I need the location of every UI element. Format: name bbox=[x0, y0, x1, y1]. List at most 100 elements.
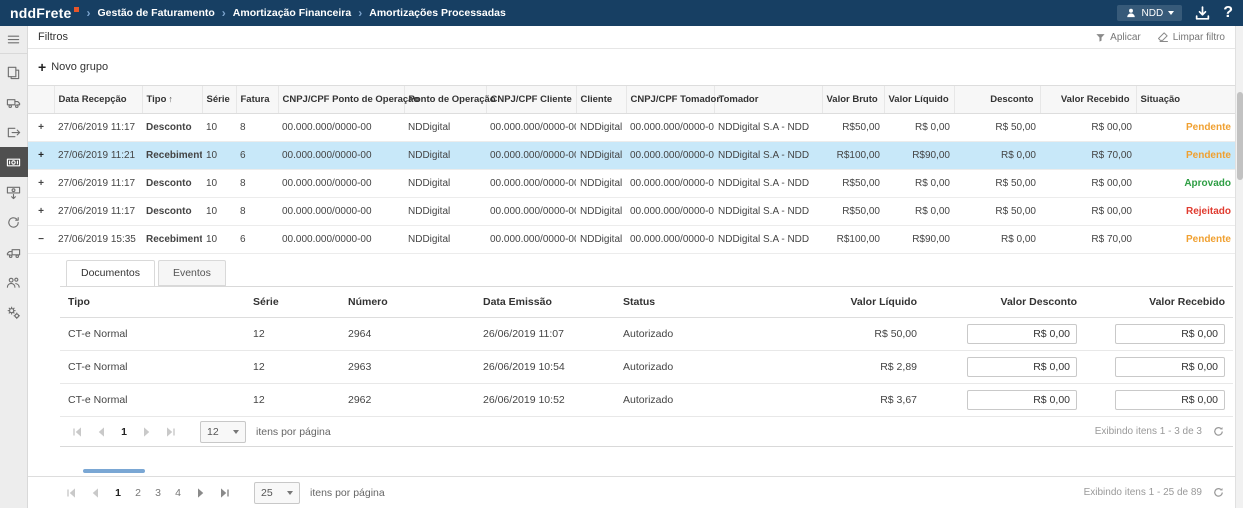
column-header[interactable]: Valor Recebido bbox=[1039, 85, 1136, 114]
page-number[interactable]: 4 bbox=[170, 485, 186, 501]
detail-column-header[interactable]: Valor Recebido bbox=[1085, 286, 1233, 318]
status-badge: Pendente bbox=[1136, 113, 1235, 142]
new-group-button[interactable]: + Novo grupo bbox=[38, 60, 108, 74]
sidebar-item-users[interactable] bbox=[0, 267, 28, 297]
column-header[interactable]: Valor Bruto bbox=[821, 85, 884, 114]
detail-column-header[interactable]: Série bbox=[245, 286, 340, 318]
column-header[interactable]: Tomador bbox=[713, 85, 822, 114]
status-badge: Rejeitado bbox=[1136, 197, 1235, 226]
column-header[interactable]: Situação bbox=[1135, 85, 1235, 114]
sidebar-item-sync[interactable] bbox=[0, 207, 28, 237]
vertical-scrollbar[interactable] bbox=[1235, 26, 1243, 508]
sidebar-item-documents[interactable] bbox=[0, 57, 28, 87]
valor-recebido-input[interactable] bbox=[1115, 357, 1225, 377]
column-header[interactable]: CNPJ/CPF Tomador bbox=[625, 85, 720, 114]
valor-desconto-input[interactable] bbox=[967, 390, 1077, 410]
page-size-select[interactable]: 25 bbox=[254, 481, 300, 504]
row-expand-toggle[interactable]: + bbox=[28, 141, 54, 170]
detail-column-header[interactable]: Valor Desconto bbox=[925, 286, 1085, 318]
cell-serie: 10 bbox=[202, 141, 236, 170]
column-header[interactable]: Desconto bbox=[953, 85, 1040, 114]
breadcrumb-item[interactable]: › Gestão de Faturamento bbox=[87, 6, 215, 20]
horizontal-scrollbar[interactable] bbox=[28, 468, 1235, 475]
horizontal-scrollbar-thumb[interactable] bbox=[83, 469, 145, 473]
cell-tipo: Desconto bbox=[142, 197, 202, 226]
breadcrumb-separator-icon: › bbox=[221, 6, 226, 20]
sidebar-item-truck[interactable] bbox=[0, 87, 28, 117]
table-row[interactable]: − 27/06/2019 15:35 Recebimento 10 6 00.0… bbox=[28, 225, 1235, 254]
valor-recebido-input[interactable] bbox=[1115, 324, 1225, 344]
detail-column-header[interactable]: Data Emissão bbox=[475, 286, 615, 318]
sidebar-item-delivery[interactable] bbox=[0, 237, 28, 267]
table-row[interactable]: + 27/06/2019 11:17 Desconto 10 8 00.000.… bbox=[28, 169, 1235, 198]
column-header[interactable]: Cliente bbox=[575, 85, 626, 114]
detail-refresh-button[interactable] bbox=[1212, 425, 1225, 438]
detail-page-size-select[interactable]: 12 bbox=[200, 420, 246, 443]
first-page-icon bbox=[73, 426, 81, 437]
detail-column-header[interactable]: Número bbox=[340, 286, 475, 318]
download-button[interactable] bbox=[1194, 5, 1211, 22]
valor-desconto-input[interactable] bbox=[967, 324, 1077, 344]
user-menu[interactable]: NDD bbox=[1116, 5, 1183, 21]
column-header[interactable] bbox=[28, 85, 54, 114]
first-page-icon bbox=[67, 487, 75, 498]
next-page-button[interactable] bbox=[192, 484, 210, 502]
last-page-button[interactable] bbox=[162, 423, 180, 441]
column-header[interactable]: Ponto de Operação bbox=[403, 85, 496, 114]
first-page-button[interactable] bbox=[62, 484, 80, 502]
detail-tab[interactable]: Documentos bbox=[66, 260, 155, 287]
filter-icon bbox=[1096, 33, 1105, 42]
row-expand-toggle[interactable]: + bbox=[28, 197, 54, 226]
cell-doc-valor-liquido: R$ 2,89 bbox=[765, 350, 925, 384]
sidebar-item-amortizacao[interactable] bbox=[0, 147, 28, 177]
detail-column-header[interactable]: Valor Líquido bbox=[765, 286, 925, 318]
cell-doc-tipo: CT-e Normal bbox=[60, 350, 245, 384]
column-header[interactable]: CNPJ/CPF Ponto de Operação bbox=[277, 85, 419, 114]
sidebar-item-withdraw[interactable] bbox=[0, 177, 28, 207]
breadcrumb-item[interactable]: › Amortização Financeira bbox=[222, 6, 351, 20]
detail-column-header[interactable]: Status bbox=[615, 286, 765, 318]
breadcrumb-item[interactable]: › Amortizações Processadas bbox=[358, 6, 506, 20]
detail-tab[interactable]: Eventos bbox=[157, 260, 226, 286]
detail-row[interactable]: CT-e Normal 12 2964 26/06/2019 11:07 Aut… bbox=[60, 317, 1233, 351]
detail-row[interactable]: CT-e Normal 12 2962 26/06/2019 10:52 Aut… bbox=[60, 383, 1233, 417]
sidebar-item-export[interactable] bbox=[0, 117, 28, 147]
table-row[interactable]: + 27/06/2019 11:17 Desconto 10 8 00.000.… bbox=[28, 113, 1235, 142]
detail-column-header[interactable]: Tipo bbox=[60, 286, 245, 318]
column-header[interactable]: Valor Líquido bbox=[883, 85, 954, 114]
valor-recebido-input[interactable] bbox=[1115, 390, 1225, 410]
prev-page-button[interactable] bbox=[92, 423, 110, 441]
help-button[interactable]: ? bbox=[1223, 5, 1233, 21]
column-header[interactable]: Data Recepção bbox=[53, 85, 142, 114]
breadcrumb-item-label: Amortizações Processadas bbox=[369, 7, 506, 19]
last-page-button[interactable] bbox=[216, 484, 234, 502]
prev-page-button[interactable] bbox=[86, 484, 104, 502]
page-number[interactable]: 2 bbox=[130, 485, 146, 501]
valor-desconto-input[interactable] bbox=[967, 357, 1077, 377]
row-expand-toggle[interactable]: + bbox=[28, 169, 54, 198]
vertical-scrollbar-thumb[interactable] bbox=[1237, 92, 1243, 180]
refresh-button[interactable] bbox=[1212, 486, 1225, 499]
first-page-button[interactable] bbox=[68, 423, 86, 441]
menu-toggle[interactable] bbox=[0, 26, 28, 54]
column-header[interactable]: Fatura bbox=[235, 85, 278, 114]
table-row[interactable]: + 27/06/2019 11:21 Recebimento 10 6 00.0… bbox=[28, 141, 1235, 170]
column-header[interactable]: CNPJ/CPF Cliente bbox=[485, 85, 576, 114]
cell-tipo: Recebimento bbox=[142, 141, 202, 170]
column-header[interactable]: Série bbox=[201, 85, 236, 114]
row-expand-toggle[interactable]: + bbox=[28, 113, 54, 142]
clear-filter-button[interactable]: Limpar filtro bbox=[1157, 31, 1225, 43]
sidebar-item-settings[interactable] bbox=[0, 297, 28, 327]
row-expand-toggle[interactable]: − bbox=[28, 225, 54, 254]
detail-row[interactable]: CT-e Normal 12 2963 26/06/2019 10:54 Aut… bbox=[60, 350, 1233, 384]
next-page-button[interactable] bbox=[138, 423, 156, 441]
breadcrumb-item-label: Amortização Financeira bbox=[232, 7, 352, 19]
table-row[interactable]: + 27/06/2019 11:17 Desconto 10 8 00.000.… bbox=[28, 197, 1235, 226]
apply-filter-button[interactable]: Aplicar bbox=[1095, 32, 1141, 43]
page-number[interactable]: 3 bbox=[150, 485, 166, 501]
page-number[interactable]: 1 bbox=[110, 485, 126, 501]
page-size-value: 25 bbox=[261, 486, 273, 499]
page-number[interactable]: 1 bbox=[116, 424, 132, 440]
column-header[interactable]: Tipo ↑ bbox=[141, 85, 202, 114]
cell-doc-status: Autorizado bbox=[615, 317, 765, 351]
